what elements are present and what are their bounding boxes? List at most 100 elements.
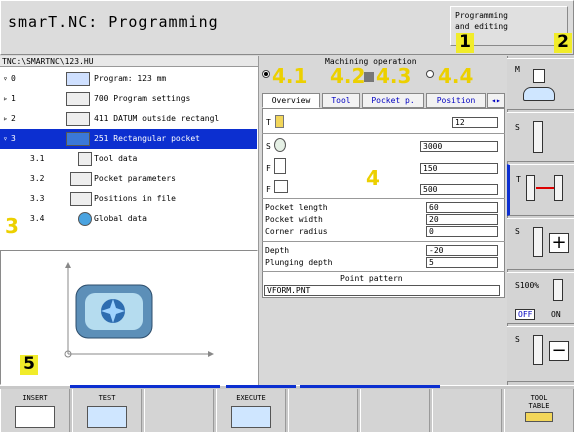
tool-table-icon xyxy=(525,412,553,422)
separator xyxy=(262,271,505,272)
pocket-length-field[interactable]: 60 xyxy=(426,202,498,213)
insert-icon xyxy=(15,406,55,428)
softkey-test[interactable]: TEST xyxy=(72,389,142,432)
pocket-length-label: Pocket length xyxy=(265,203,328,212)
callout-2: 2 xyxy=(554,33,572,53)
tab-position[interactable]: Position xyxy=(426,93,486,108)
mode-line-1: Programming xyxy=(455,11,508,20)
milling-feed-field[interactable]: 500 xyxy=(420,184,498,195)
tree-row-label: Positions in file xyxy=(94,194,176,203)
tree-row-number: 3 xyxy=(11,134,16,143)
plunge-feed-field[interactable]: 150 xyxy=(420,163,498,174)
pocket-width-field[interactable]: 20 xyxy=(426,214,498,225)
tree-row-label: Pocket parameters xyxy=(94,174,176,183)
tree-row-label: Program: 123 mm xyxy=(94,74,167,83)
depth-label: Depth xyxy=(265,246,290,255)
softkey-tool-call[interactable]: T xyxy=(507,164,574,216)
plunging-depth-field[interactable]: 5 xyxy=(426,257,498,268)
tool-change-icon xyxy=(526,175,566,203)
softkey-execute[interactable]: EXECUTE xyxy=(216,389,286,432)
separator xyxy=(262,241,505,242)
point-pattern-title: Point pattern xyxy=(340,274,403,283)
callout-4-2: 4.2 xyxy=(330,64,366,88)
m-label: M xyxy=(515,65,520,74)
softkey-empty-4[interactable] xyxy=(432,389,502,432)
radio-4-4[interactable] xyxy=(426,70,434,78)
pocket-icon xyxy=(66,132,90,146)
tree-row-3[interactable]: ▿ 3 251 Rectangular pocket xyxy=(0,129,257,149)
softkey-spindle-plus[interactable]: S + xyxy=(507,218,574,270)
spindle-icon xyxy=(274,138,286,152)
depth-field[interactable]: -20 xyxy=(426,245,498,256)
radio-4-1-dot xyxy=(264,72,268,76)
softkey-tool-table[interactable]: TOOL TABLE xyxy=(504,389,574,432)
s100-label: S100% xyxy=(515,281,540,290)
tree-row-label: 700 Program settings xyxy=(94,94,191,103)
positions-icon xyxy=(70,192,92,206)
tree-row-2[interactable]: ▹ 2 411 DATUM outside rectangl xyxy=(0,109,257,129)
minus-icon: − xyxy=(549,341,569,361)
spindle-label: S xyxy=(266,142,271,151)
tree-row-number: 3.2 xyxy=(30,174,45,183)
callout-4-1: 4.1 xyxy=(272,64,308,88)
tree-row-1[interactable]: ▹ 1 700 Program settings xyxy=(0,89,257,109)
tab-tool[interactable]: Tool xyxy=(322,93,360,108)
expand-icon[interactable]: ▹ xyxy=(3,89,8,109)
separator xyxy=(262,198,505,199)
s-plus-label: S xyxy=(515,227,520,236)
tree-row-3-4[interactable]: 3.4 Global data xyxy=(0,209,257,229)
s-label: S xyxy=(515,123,520,132)
tree-row-label: Tool data xyxy=(94,154,138,163)
tool-table-label-1: TOOL xyxy=(530,394,548,402)
tree-row-3-1[interactable]: 3.1 Tool data xyxy=(0,149,257,169)
tree-row-3-2[interactable]: 3.2 Pocket parameters xyxy=(0,169,257,189)
tree-row-number: 2 xyxy=(11,114,16,123)
softkey-active-indicator xyxy=(70,385,220,388)
softkey-m-function[interactable]: M xyxy=(507,58,574,110)
tree-row-number: 0 xyxy=(11,74,16,83)
tab-pocket[interactable]: Pocket p. xyxy=(362,93,424,108)
insert-label: INSERT xyxy=(22,394,48,402)
tree-row-3-3[interactable]: 3.3 Positions in file xyxy=(0,189,257,209)
bar-indicator xyxy=(364,72,374,82)
tool-number-field[interactable]: 12 xyxy=(452,117,498,128)
softkey-insert[interactable]: INSERT xyxy=(0,389,70,432)
tab-overview[interactable]: Overview xyxy=(262,93,320,108)
softkey-empty-2[interactable] xyxy=(288,389,358,432)
feed-label-2: F xyxy=(266,185,271,194)
tree-row-number: 3.4 xyxy=(30,214,45,223)
tree-row-label: Global data xyxy=(94,214,147,223)
softkey-spindle-minus[interactable]: S − xyxy=(507,326,574,382)
callout-4: 4 xyxy=(366,166,380,190)
test-icon xyxy=(87,406,127,428)
spindle-tool-icon xyxy=(533,227,543,257)
corner-radius-field[interactable]: 0 xyxy=(426,226,498,237)
spindle-speed-field[interactable]: 3000 xyxy=(420,141,498,152)
softkey-empty-1[interactable] xyxy=(144,389,214,432)
settings-icon xyxy=(66,92,90,106)
expand-icon[interactable]: ▿ xyxy=(3,129,8,149)
plus-icon: + xyxy=(549,233,569,253)
callout-4-4: 4.4 xyxy=(438,64,474,88)
plunging-depth-label: Plunging depth xyxy=(265,258,333,267)
pocket-graphic xyxy=(64,262,214,358)
tab-scroll-arrows[interactable]: ◂▸ xyxy=(487,93,505,108)
tree-row-number: 3.1 xyxy=(30,154,45,163)
tree-row-0[interactable]: ▿ 0 Program: 123 mm xyxy=(0,69,257,89)
callout-5: 5 xyxy=(20,355,38,375)
softkey-active-indicator-2 xyxy=(226,385,296,388)
execute-label: EXECUTE xyxy=(236,394,266,402)
pocket-params-icon xyxy=(70,172,92,186)
milling-feed-icon xyxy=(274,180,288,193)
softkey-active-indicator-3 xyxy=(300,385,440,388)
expand-icon[interactable]: ▿ xyxy=(3,69,8,89)
softkey-empty-3[interactable] xyxy=(360,389,430,432)
softkey-spindle-override[interactable]: S100% OFF ON xyxy=(507,272,574,324)
point-pattern-field[interactable]: VFORM.PNT xyxy=(264,285,500,296)
softkey-spindle[interactable]: S xyxy=(507,112,574,162)
on-toggle[interactable]: ON xyxy=(551,310,561,319)
expand-icon[interactable]: ▹ xyxy=(3,109,8,129)
override-tool-icon xyxy=(553,279,563,301)
off-toggle[interactable]: OFF xyxy=(515,309,536,320)
tree-row-number: 3.3 xyxy=(30,194,45,203)
